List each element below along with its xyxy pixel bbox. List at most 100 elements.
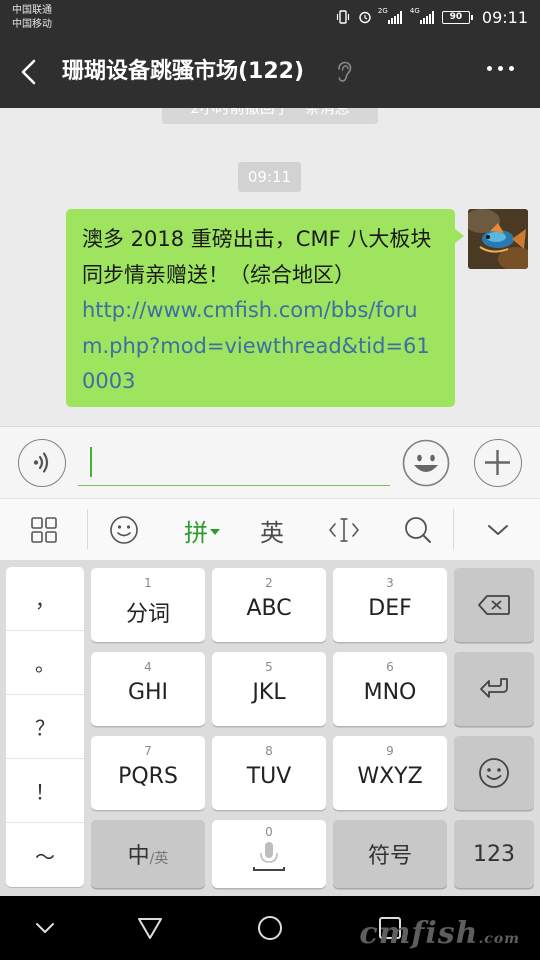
message-text: 澳多 2018 重磅出击，CMF 八大板块同步情亲赠送！（综合地区） <box>82 227 432 287</box>
ear-icon <box>334 61 354 83</box>
cursor-move-icon <box>329 518 359 542</box>
key-label: ABC <box>246 596 292 621</box>
english-label: 英 <box>260 518 284 547</box>
backspace-container <box>454 568 534 642</box>
chevron-down-icon <box>36 923 54 933</box>
enter-icon <box>480 678 508 698</box>
chat-title: 珊瑚设备跳骚市场(122) <box>62 59 305 84</box>
punct-key-period[interactable]: 。 <box>6 631 84 695</box>
more-functions-button[interactable] <box>474 439 522 487</box>
smiley-icon <box>402 439 450 487</box>
grid-icon <box>31 517 57 543</box>
system-message: 2小时前撤回了一条消息 <box>162 108 378 124</box>
key-label: DEF <box>368 596 412 621</box>
back-arrow-icon <box>21 59 36 85</box>
carrier-info: 中国联通 中国移动 <box>12 4 52 32</box>
signal-1-icon: 2G <box>378 7 402 24</box>
key-9-wxyz[interactable]: 9 WXYZ <box>333 736 447 810</box>
key-label: TUV <box>246 764 292 789</box>
key-4-ghi[interactable]: 4 GHI <box>91 652 205 726</box>
ime-menu-button[interactable] <box>22 499 66 561</box>
message-bubble[interactable]: 澳多 2018 重磅出击，CMF 八大板块同步情亲赠送！（综合地区） http:… <box>66 209 464 407</box>
avatar[interactable] <box>468 209 528 269</box>
english-mode-button[interactable]: 英 <box>250 499 294 561</box>
key-3-def[interactable]: 3 DEF <box>333 568 447 642</box>
collapse-keyboard-button[interactable] <box>476 499 520 561</box>
message-input[interactable] <box>78 441 390 486</box>
key-label: MNO <box>363 680 417 705</box>
smiley-icon <box>479 758 509 788</box>
key-number: 0 <box>265 825 273 839</box>
space-voice-key[interactable]: 0 <box>212 820 326 888</box>
back-nav-button[interactable] <box>132 910 168 946</box>
key-number: 2 <box>265 576 273 590</box>
vibrate-icon <box>336 10 350 24</box>
key-6-mno[interactable]: 6 MNO <box>333 652 447 726</box>
carrier-1: 中国联通 <box>12 5 52 16</box>
text-cursor <box>90 447 92 477</box>
backspace-icon <box>478 595 510 615</box>
punct-key-question[interactable]: ？ <box>6 695 84 759</box>
key-label: GHI <box>127 680 169 705</box>
emoji-container <box>454 736 534 810</box>
cursor-move-button[interactable] <box>322 499 366 561</box>
signal-2-icon: 4G <box>410 7 434 24</box>
triangle-back-icon <box>138 918 162 939</box>
input-bar <box>0 426 540 498</box>
pinyin-mode-button[interactable]: 拼 <box>176 499 228 561</box>
emoji-button[interactable] <box>402 439 450 487</box>
key-label: 分词 <box>125 602 170 627</box>
watermark-suffix: .com <box>478 931 520 947</box>
voice-input-button[interactable] <box>18 439 66 487</box>
search-button[interactable] <box>396 499 440 561</box>
key-number: 4 <box>144 660 152 674</box>
status-time: 09:11 <box>481 7 528 27</box>
chat-area[interactable]: 2小时前撤回了一条消息 09:11 澳多 2018 重磅出击，CMF 八大板块同… <box>0 108 540 426</box>
smiley-icon <box>110 516 138 544</box>
punct-key-tilde[interactable]: ～ <box>6 823 84 887</box>
key-7-pqrs[interactable]: 7 PQRS <box>91 736 205 810</box>
chinese-english-switch-key[interactable]: 中 /英 <box>91 820 205 888</box>
punct-key-comma[interactable]: ， <box>6 567 84 631</box>
more-options-button[interactable] <box>487 66 514 71</box>
numeric-label: 123 <box>473 841 515 867</box>
keyboard: ， 。 ？ ！ ～ 1 分词 2 ABC 3 DEF 4 GHI 5 JKL 6… <box>0 560 540 896</box>
home-nav-button[interactable] <box>252 910 288 946</box>
navigation-bar: cmfish.com <box>0 896 540 960</box>
dropdown-arrow-icon <box>210 529 220 535</box>
watermark-main: cmfish <box>359 916 479 951</box>
fish-avatar-image <box>468 209 528 269</box>
symbol-key[interactable]: 符号 <box>333 820 447 888</box>
status-icons: 2G 4G 90 09:11 <box>336 6 528 28</box>
toolbar-divider <box>453 509 454 549</box>
battery-icon: 90 <box>441 10 473 24</box>
punct-key-exclamation[interactable]: ！ <box>6 759 84 823</box>
dot-icon <box>487 66 492 71</box>
key-5-jkl[interactable]: 5 JKL <box>212 652 326 726</box>
switch-container: 中 /英 <box>91 820 205 888</box>
home-circle-icon <box>258 916 282 940</box>
key-label: PQRS <box>118 764 178 789</box>
backspace-key[interactable] <box>454 568 534 642</box>
watermark-logo: cmfish.com <box>359 916 520 951</box>
key-2-abc[interactable]: 2 ABC <box>212 568 326 642</box>
numeric-key[interactable]: 123 <box>454 820 534 888</box>
chevron-down-icon <box>488 525 508 535</box>
message-link[interactable]: http://www.cmfish.com/bbs/forum.php?mod=… <box>82 298 430 393</box>
enter-container <box>454 652 534 726</box>
ime-emoji-button[interactable] <box>102 499 146 561</box>
key-8-tuv[interactable]: 8 TUV <box>212 736 326 810</box>
microphone-icon <box>253 842 285 871</box>
key-label: WXYZ <box>357 764 423 789</box>
key-number: 9 <box>386 744 394 758</box>
enter-key[interactable] <box>454 652 534 726</box>
search-icon <box>405 517 431 543</box>
key-number: 3 <box>386 576 394 590</box>
hide-keyboard-button[interactable] <box>27 910 63 946</box>
ime-toolbar: 拼 英 <box>0 498 540 560</box>
punctuation-column[interactable]: ， 。 ？ ！ ～ <box>6 567 84 887</box>
back-button[interactable] <box>14 56 46 88</box>
key-1-segment[interactable]: 1 分词 <box>91 568 205 642</box>
title-bar: 珊瑚设备跳骚市场(122) <box>0 36 540 108</box>
emoji-key[interactable] <box>454 736 534 810</box>
